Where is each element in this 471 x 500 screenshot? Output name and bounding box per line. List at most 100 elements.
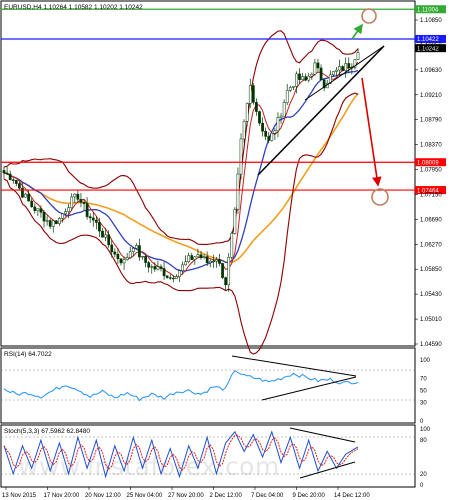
candle-body — [242, 120, 246, 140]
candle-body — [8, 173, 12, 181]
candle-body — [298, 73, 301, 80]
candle-body — [14, 180, 18, 184]
candle-body — [332, 71, 335, 76]
candle-body — [181, 264, 184, 271]
rsi-tick-label: 50 — [420, 389, 427, 395]
candle-body — [144, 255, 147, 263]
candle-body — [125, 257, 129, 261]
candle-body — [224, 277, 227, 286]
candle-body — [264, 130, 268, 137]
candle-body — [230, 233, 234, 258]
candle-body — [335, 69, 338, 72]
candle-body — [138, 245, 141, 258]
candle-body — [88, 216, 92, 219]
stoch-tick-label: 100 — [420, 427, 431, 433]
level-flag-label: 1.11004 — [417, 7, 439, 13]
rsi-panel — [0, 347, 416, 424]
candle-body — [233, 209, 237, 234]
candle-body — [208, 260, 212, 263]
x-tick-label: 17 Nov 20:00 — [44, 493, 80, 499]
candle-body — [64, 211, 67, 215]
candle-body — [67, 207, 70, 212]
x-tick-label: 20 Nov 12:00 — [85, 493, 121, 499]
candle-body — [98, 222, 101, 232]
candle-body — [150, 266, 154, 268]
candle-body — [82, 202, 86, 204]
x-tick-label: 2 Dec 12:00 — [210, 493, 243, 499]
candle-body — [27, 193, 30, 202]
candle-body — [295, 73, 298, 87]
candle-body — [178, 270, 181, 277]
candle-body — [175, 276, 178, 280]
candle-body — [279, 115, 283, 118]
stoch-tick-label: 80 — [420, 438, 427, 444]
candle-body — [85, 203, 89, 217]
candle-body — [344, 63, 348, 71]
eurusd-h4-chart: www.instaforex.com 1.110041.104221.10242… — [0, 0, 446, 499]
candle-body — [147, 262, 151, 268]
candle-body — [70, 196, 74, 208]
candle-body — [153, 266, 157, 270]
candle-body — [310, 73, 314, 77]
candle-body — [273, 130, 277, 134]
candle-body — [285, 90, 289, 103]
stoch-tick-label: 20 — [420, 472, 427, 478]
candle-body — [202, 256, 206, 258]
candle-body — [45, 220, 49, 222]
candle-body — [301, 76, 304, 80]
price-tick-label: 1.05850 — [420, 267, 442, 273]
candle-body — [218, 259, 221, 264]
candle-body — [258, 111, 261, 124]
price-tick-label: 1.08790 — [420, 118, 442, 124]
candle-body — [190, 255, 194, 260]
candle-body — [245, 103, 249, 122]
price-tick-label: 1.06690 — [420, 217, 442, 223]
candle-body — [184, 261, 187, 266]
price-header: EURUSD,H4 1.10264 1.10582 1.10202 1.1024… — [4, 4, 143, 11]
stoch-tick-label: 0 — [420, 483, 424, 489]
candle-body — [205, 256, 209, 263]
rsi-tick-label: 0 — [420, 419, 424, 425]
candle-body — [54, 220, 58, 224]
candle-body — [199, 254, 203, 258]
candle-body — [162, 268, 166, 277]
candle-body — [30, 200, 34, 208]
x-tick-label: 27 Nov 20:00 — [168, 493, 204, 499]
candle-body — [282, 102, 286, 117]
candle-body — [2, 170, 6, 174]
candle-body — [122, 259, 126, 264]
stoch-label: Stoch(5,3,3) 67.5962 62.8480 — [4, 428, 90, 435]
x-tick-label: 14 Dec 12:00 — [334, 493, 370, 499]
price-tick-label: 1.08370 — [420, 143, 442, 149]
candle-body — [101, 230, 104, 238]
candle-body — [276, 117, 280, 132]
price-tick-label: 1.05010 — [420, 317, 442, 323]
rsi-tick-label: 30 — [420, 401, 427, 407]
candle-body — [211, 260, 215, 263]
candle-body — [356, 52, 360, 60]
price-tick-label: 1.07150 — [420, 192, 442, 198]
candle-body — [267, 136, 271, 141]
candle-body — [135, 245, 138, 249]
candle-body — [116, 253, 120, 259]
x-tick-label: 25 Nov 04:00 — [127, 493, 163, 499]
candle-body — [36, 208, 40, 211]
candle-body — [341, 66, 344, 71]
candle-body — [141, 255, 144, 258]
candle-body — [338, 66, 341, 71]
candle-body — [18, 183, 21, 189]
candle-body — [239, 138, 243, 175]
candle-body — [196, 254, 200, 258]
candle-body — [91, 217, 95, 221]
candle-body — [255, 102, 258, 112]
candle-body — [261, 122, 264, 132]
candle-body — [270, 133, 274, 141]
candle-body — [307, 75, 311, 81]
candle-body — [187, 255, 191, 263]
candle-body — [48, 220, 52, 227]
candle-body — [168, 277, 172, 279]
candle-body — [319, 67, 323, 80]
price-tick-label: 1.10850 — [420, 18, 442, 24]
candle-body — [76, 193, 80, 200]
rsi-label: RSI(14) 64.7022 — [4, 351, 52, 358]
